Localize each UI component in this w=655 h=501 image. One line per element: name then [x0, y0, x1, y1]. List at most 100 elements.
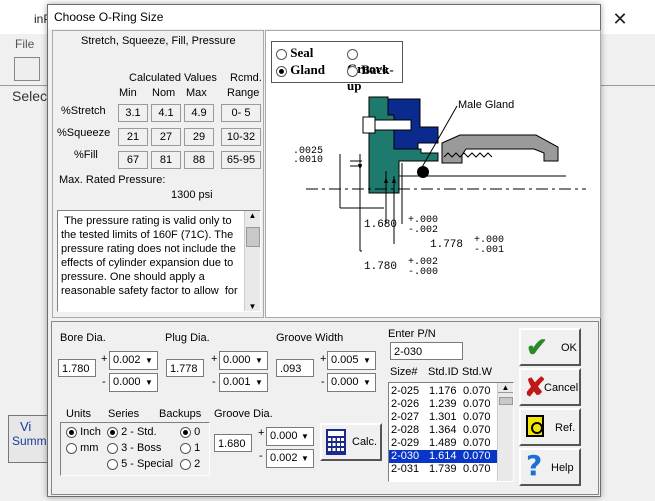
- gd-minus-select[interactable]: 0.002 ▼: [266, 449, 314, 468]
- ok-button[interactable]: ✔ OK: [519, 328, 581, 366]
- pn-scroll-thumb[interactable]: [499, 397, 513, 405]
- pn-scroll-up-icon[interactable]: ▲: [498, 383, 513, 393]
- chevron-down-icon[interactable]: ▼: [360, 353, 374, 368]
- ok-label: OK: [561, 342, 577, 354]
- pn-cell-w: 0.070: [463, 450, 491, 462]
- gw-minus-select[interactable]: 0.000 ▼: [327, 373, 376, 392]
- pn-list-row[interactable]: 2-026 1.239 0.070: [389, 398, 497, 411]
- gw-plus-sign: +: [320, 353, 327, 365]
- radio-series-5[interactable]: 5 - Special: [107, 458, 173, 470]
- groove-width-input[interactable]: .093: [276, 359, 314, 377]
- col-max: Max: [186, 87, 207, 99]
- pn-list-row[interactable]: 2-029 1.489 0.070: [389, 437, 497, 450]
- pn-list-row[interactable]: 2-027 1.301 0.070: [389, 411, 497, 424]
- squeeze-nom: 27: [151, 128, 181, 146]
- pressure-note-text: The pressure rating is valid only to the…: [61, 215, 239, 297]
- stretch-label: %Stretch: [61, 105, 106, 117]
- fill-max: 88: [184, 151, 214, 169]
- radio-backup-0-icon[interactable]: [180, 426, 191, 438]
- chevron-down-icon[interactable]: ▼: [298, 451, 312, 466]
- plug-plus-sign: +: [211, 353, 218, 365]
- radio-backup-0[interactable]: 0: [180, 426, 200, 438]
- background-close-icon[interactable]: ✕: [600, 6, 640, 32]
- groove-dia-input[interactable]: 1.680: [214, 434, 252, 452]
- dim-0010: .0010: [293, 155, 324, 166]
- pn-input[interactable]: 2-030: [390, 342, 463, 360]
- pn-scrollbar[interactable]: ▲: [497, 383, 513, 481]
- note-scroll-thumb[interactable]: [246, 227, 260, 247]
- chevron-down-icon[interactable]: ▼: [142, 353, 156, 368]
- pn-list-row[interactable]: 2-031 1.739 0.070: [389, 463, 497, 476]
- ref-button[interactable]: Ref.: [519, 408, 581, 446]
- pn-cell-w: 0.070: [463, 385, 491, 397]
- chevron-down-icon[interactable]: ▼: [142, 375, 156, 390]
- radio-backup-2-icon[interactable]: [180, 458, 191, 470]
- gw-minus-sign: -: [321, 376, 325, 388]
- pn-list-row[interactable]: 2-025 1.176 0.070: [389, 385, 497, 398]
- radio-backup-1-label: 1: [194, 442, 201, 454]
- bolt-shaft-shape: [374, 119, 412, 131]
- male-gland-label: Male Gland: [458, 99, 515, 111]
- plug-input[interactable]: 1.778: [166, 359, 204, 377]
- background-vi-label: Vi: [20, 419, 32, 434]
- radio-mm[interactable]: mm: [66, 442, 98, 454]
- background-toolbar-icon[interactable]: [14, 57, 40, 81]
- chevron-down-icon[interactable]: ▼: [298, 429, 312, 444]
- help-button[interactable]: ? Help: [519, 448, 581, 486]
- radio-inch-icon[interactable]: [66, 426, 77, 438]
- chevron-down-icon[interactable]: ▼: [360, 375, 374, 390]
- dim-1780-minus: -.000: [408, 267, 439, 278]
- cancel-button[interactable]: ✘ Cancel: [519, 368, 581, 406]
- stretch-max: 4.9: [184, 104, 214, 122]
- ref-label: Ref.: [555, 422, 576, 434]
- pn-cell-id: 1.176: [429, 385, 457, 397]
- bore-label: Bore Dia.: [60, 332, 106, 344]
- calc-button[interactable]: Calc.: [320, 423, 382, 461]
- radio-series-3-icon[interactable]: [107, 442, 118, 454]
- radio-series-3[interactable]: 3 - Boss: [107, 442, 161, 454]
- note-scroll-down-icon[interactable]: ▼: [245, 302, 260, 311]
- radio-series-2-icon[interactable]: [107, 426, 118, 438]
- note-scroll-up-icon[interactable]: ▲: [245, 211, 260, 220]
- dim-1778-value: 1.778: [430, 239, 464, 251]
- fill-label: %Fill: [74, 149, 98, 161]
- pn-cell-size: 2-026: [391, 398, 420, 410]
- groove-width-label: Groove Width: [276, 332, 344, 344]
- col-std-id: Std.ID: [428, 366, 459, 378]
- col-min: Min: [119, 87, 137, 99]
- radio-inch[interactable]: Inch: [66, 426, 101, 438]
- pn-cell-size: 2-029: [391, 437, 420, 449]
- gd-plus-select[interactable]: 0.000 ▼: [266, 427, 314, 446]
- squeeze-min: 21: [118, 128, 148, 146]
- radio-series-5-icon[interactable]: [107, 458, 118, 470]
- pn-list-row[interactable]: 2-028 1.364 0.070: [389, 424, 497, 437]
- book-icon: [526, 415, 544, 437]
- gw-plus-select[interactable]: 0.005 ▼: [327, 351, 376, 370]
- radio-backup-1[interactable]: 1: [180, 442, 200, 454]
- bore-input[interactable]: 1.780: [58, 359, 96, 377]
- background-menu-file[interactable]: File: [15, 37, 34, 51]
- dialog-title: Choose O-Ring Size: [48, 5, 600, 29]
- help-question-icon: ?: [526, 449, 543, 482]
- chevron-down-icon[interactable]: ▼: [252, 353, 266, 368]
- bore-plus-select[interactable]: 0.002 ▼: [109, 351, 158, 370]
- background-summ-label: Summ: [12, 434, 47, 448]
- bore-minus-select[interactable]: 0.000 ▼: [109, 373, 158, 392]
- plug-plus-select[interactable]: 0.000 ▼: [219, 351, 268, 370]
- pn-list-row[interactable]: 2-030 1.614 0.070: [389, 450, 497, 463]
- radio-series-2[interactable]: 2 - Std.: [107, 426, 157, 438]
- gd-plus-value: 0.000: [270, 430, 298, 442]
- note-scrollbar[interactable]: ▲ ▼: [244, 211, 260, 311]
- pn-listbox[interactable]: 2-025 1.176 0.070 2-026 1.239 0.070 2-027 1.301…: [388, 382, 514, 482]
- pn-cell-size: 2-027: [391, 411, 420, 423]
- chevron-down-icon[interactable]: ▼: [252, 375, 266, 390]
- pn-cell-id: 1.614: [429, 450, 457, 462]
- bore-plus-sign: +: [101, 353, 108, 365]
- dim-1680-minus: -.002: [408, 225, 439, 236]
- plug-minus-select[interactable]: 0.001 ▼: [219, 373, 268, 392]
- radio-backup-1-icon[interactable]: [180, 442, 191, 454]
- radio-mm-icon[interactable]: [66, 442, 77, 454]
- pressure-note[interactable]: The pressure rating is valid only to the…: [57, 210, 261, 312]
- radio-backup-2[interactable]: 2: [180, 458, 200, 470]
- check-icon: ✔: [526, 332, 548, 362]
